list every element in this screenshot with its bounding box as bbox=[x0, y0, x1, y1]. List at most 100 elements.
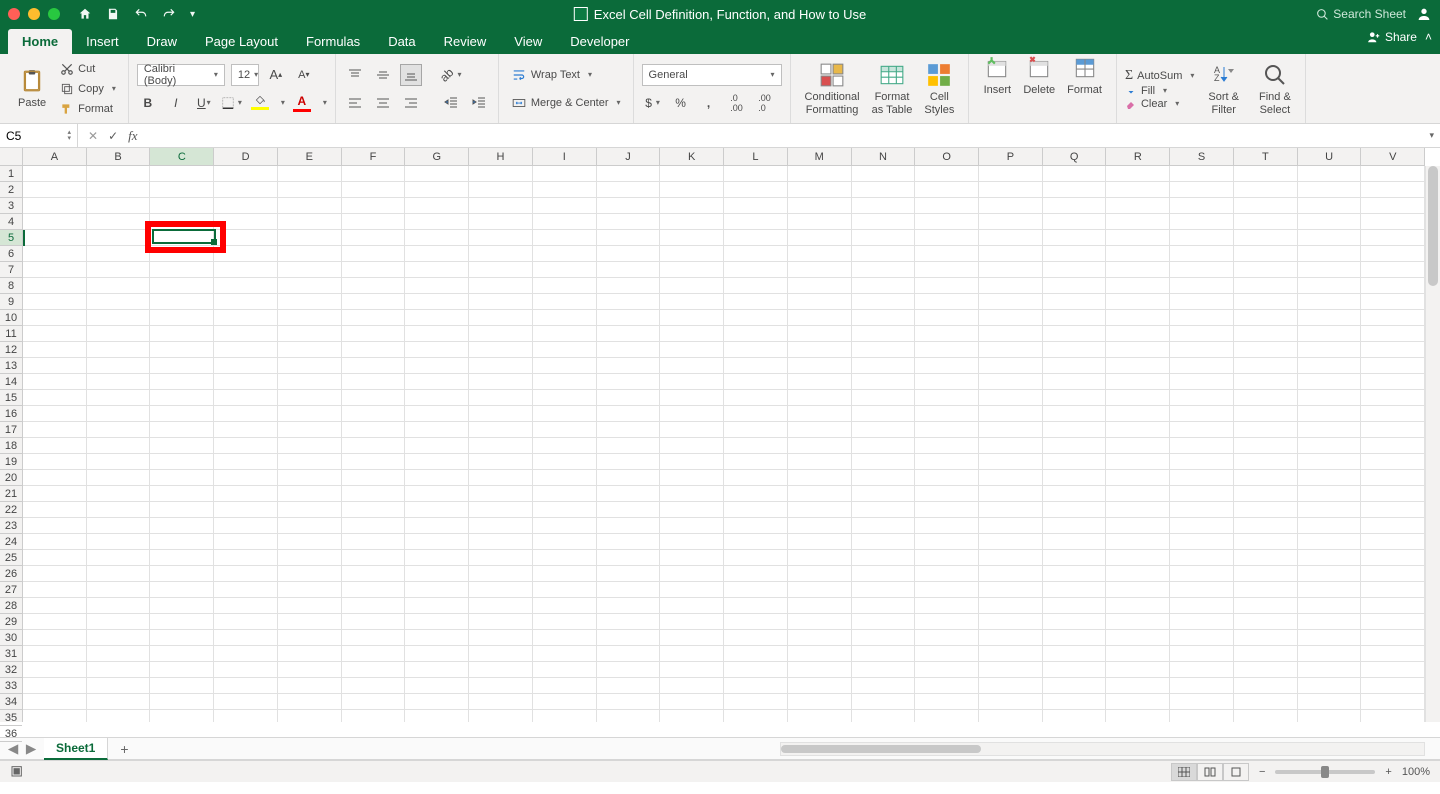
cell-E27[interactable] bbox=[278, 582, 342, 598]
cell-O24[interactable] bbox=[915, 534, 979, 550]
cell-D21[interactable] bbox=[214, 486, 278, 502]
cell-F18[interactable] bbox=[342, 438, 406, 454]
cell-S19[interactable] bbox=[1170, 454, 1234, 470]
cell-M32[interactable] bbox=[788, 662, 852, 678]
row-header-14[interactable]: 14 bbox=[0, 374, 22, 390]
cell-F1[interactable] bbox=[342, 166, 406, 182]
cell-G34[interactable] bbox=[405, 694, 469, 710]
cell-J27[interactable] bbox=[597, 582, 661, 598]
cell-T10[interactable] bbox=[1234, 310, 1298, 326]
cell-styles-button[interactable]: Cell Styles bbox=[918, 61, 960, 115]
column-header-N[interactable]: N bbox=[852, 148, 916, 165]
cell-F30[interactable] bbox=[342, 630, 406, 646]
cell-B16[interactable] bbox=[87, 406, 151, 422]
cell-U4[interactable] bbox=[1298, 214, 1362, 230]
cell-J14[interactable] bbox=[597, 374, 661, 390]
cell-V33[interactable] bbox=[1361, 678, 1425, 694]
cell-P32[interactable] bbox=[979, 662, 1043, 678]
cell-F22[interactable] bbox=[342, 502, 406, 518]
align-bottom-button[interactable] bbox=[400, 64, 422, 86]
cell-U34[interactable] bbox=[1298, 694, 1362, 710]
row-header-5[interactable]: 5 bbox=[0, 230, 22, 246]
cell-T13[interactable] bbox=[1234, 358, 1298, 374]
cell-C3[interactable] bbox=[150, 198, 214, 214]
cell-Q19[interactable] bbox=[1043, 454, 1107, 470]
cell-Q5[interactable] bbox=[1043, 230, 1107, 246]
cell-B17[interactable] bbox=[87, 422, 151, 438]
row-header-4[interactable]: 4 bbox=[0, 214, 22, 230]
cell-D2[interactable] bbox=[214, 182, 278, 198]
cell-D23[interactable] bbox=[214, 518, 278, 534]
cell-Q33[interactable] bbox=[1043, 678, 1107, 694]
cell-U16[interactable] bbox=[1298, 406, 1362, 422]
cell-O14[interactable] bbox=[915, 374, 979, 390]
row-header-1[interactable]: 1 bbox=[0, 166, 22, 182]
cell-R33[interactable] bbox=[1106, 678, 1170, 694]
cell-K27[interactable] bbox=[660, 582, 724, 598]
cell-G15[interactable] bbox=[405, 390, 469, 406]
column-header-C[interactable]: C bbox=[150, 148, 214, 165]
cell-C1[interactable] bbox=[150, 166, 214, 182]
cell-J20[interactable] bbox=[597, 470, 661, 486]
cell-L34[interactable] bbox=[724, 694, 788, 710]
cell-V30[interactable] bbox=[1361, 630, 1425, 646]
cell-U22[interactable] bbox=[1298, 502, 1362, 518]
column-header-Q[interactable]: Q bbox=[1043, 148, 1107, 165]
cell-J24[interactable] bbox=[597, 534, 661, 550]
select-all-corner[interactable] bbox=[0, 148, 23, 166]
cell-F6[interactable] bbox=[342, 246, 406, 262]
cell-L29[interactable] bbox=[724, 614, 788, 630]
cell-I21[interactable] bbox=[533, 486, 597, 502]
cell-O8[interactable] bbox=[915, 278, 979, 294]
cell-O9[interactable] bbox=[915, 294, 979, 310]
cell-K6[interactable] bbox=[660, 246, 724, 262]
cell-T33[interactable] bbox=[1234, 678, 1298, 694]
cell-A26[interactable] bbox=[23, 566, 87, 582]
cell-R16[interactable] bbox=[1106, 406, 1170, 422]
cell-A4[interactable] bbox=[23, 214, 87, 230]
cell-B8[interactable] bbox=[87, 278, 151, 294]
row-header-10[interactable]: 10 bbox=[0, 310, 22, 326]
cell-N4[interactable] bbox=[852, 214, 916, 230]
vertical-scroll-thumb[interactable] bbox=[1428, 166, 1438, 286]
cell-I17[interactable] bbox=[533, 422, 597, 438]
delete-cells-button[interactable]: Delete bbox=[1017, 54, 1061, 123]
cell-K10[interactable] bbox=[660, 310, 724, 326]
cell-K18[interactable] bbox=[660, 438, 724, 454]
cell-O19[interactable] bbox=[915, 454, 979, 470]
row-header-23[interactable]: 23 bbox=[0, 518, 22, 534]
cell-U7[interactable] bbox=[1298, 262, 1362, 278]
autosum-button[interactable]: Σ AutoSum▾ bbox=[1125, 68, 1194, 84]
cell-M17[interactable] bbox=[788, 422, 852, 438]
tab-page-layout[interactable]: Page Layout bbox=[191, 29, 292, 54]
column-header-F[interactable]: F bbox=[342, 148, 406, 165]
row-header-11[interactable]: 11 bbox=[0, 326, 22, 342]
cell-S2[interactable] bbox=[1170, 182, 1234, 198]
formula-input[interactable] bbox=[144, 124, 1440, 147]
cell-V16[interactable] bbox=[1361, 406, 1425, 422]
cell-V20[interactable] bbox=[1361, 470, 1425, 486]
number-format-select[interactable]: General▾ bbox=[642, 64, 782, 86]
cell-Q26[interactable] bbox=[1043, 566, 1107, 582]
zoom-level[interactable]: 100% bbox=[1402, 766, 1430, 778]
row-header-17[interactable]: 17 bbox=[0, 422, 22, 438]
cell-S3[interactable] bbox=[1170, 198, 1234, 214]
cell-O5[interactable] bbox=[915, 230, 979, 246]
cell-I29[interactable] bbox=[533, 614, 597, 630]
cell-P34[interactable] bbox=[979, 694, 1043, 710]
cell-T5[interactable] bbox=[1234, 230, 1298, 246]
cell-E17[interactable] bbox=[278, 422, 342, 438]
cell-N19[interactable] bbox=[852, 454, 916, 470]
cell-L9[interactable] bbox=[724, 294, 788, 310]
cell-R9[interactable] bbox=[1106, 294, 1170, 310]
cell-D27[interactable] bbox=[214, 582, 278, 598]
cell-B28[interactable] bbox=[87, 598, 151, 614]
cell-A3[interactable] bbox=[23, 198, 87, 214]
tab-view[interactable]: View bbox=[500, 29, 556, 54]
cell-F32[interactable] bbox=[342, 662, 406, 678]
cell-E16[interactable] bbox=[278, 406, 342, 422]
cell-Q2[interactable] bbox=[1043, 182, 1107, 198]
cell-L35[interactable] bbox=[724, 710, 788, 722]
format-painter-button[interactable]: Format bbox=[56, 100, 120, 118]
cell-D15[interactable] bbox=[214, 390, 278, 406]
